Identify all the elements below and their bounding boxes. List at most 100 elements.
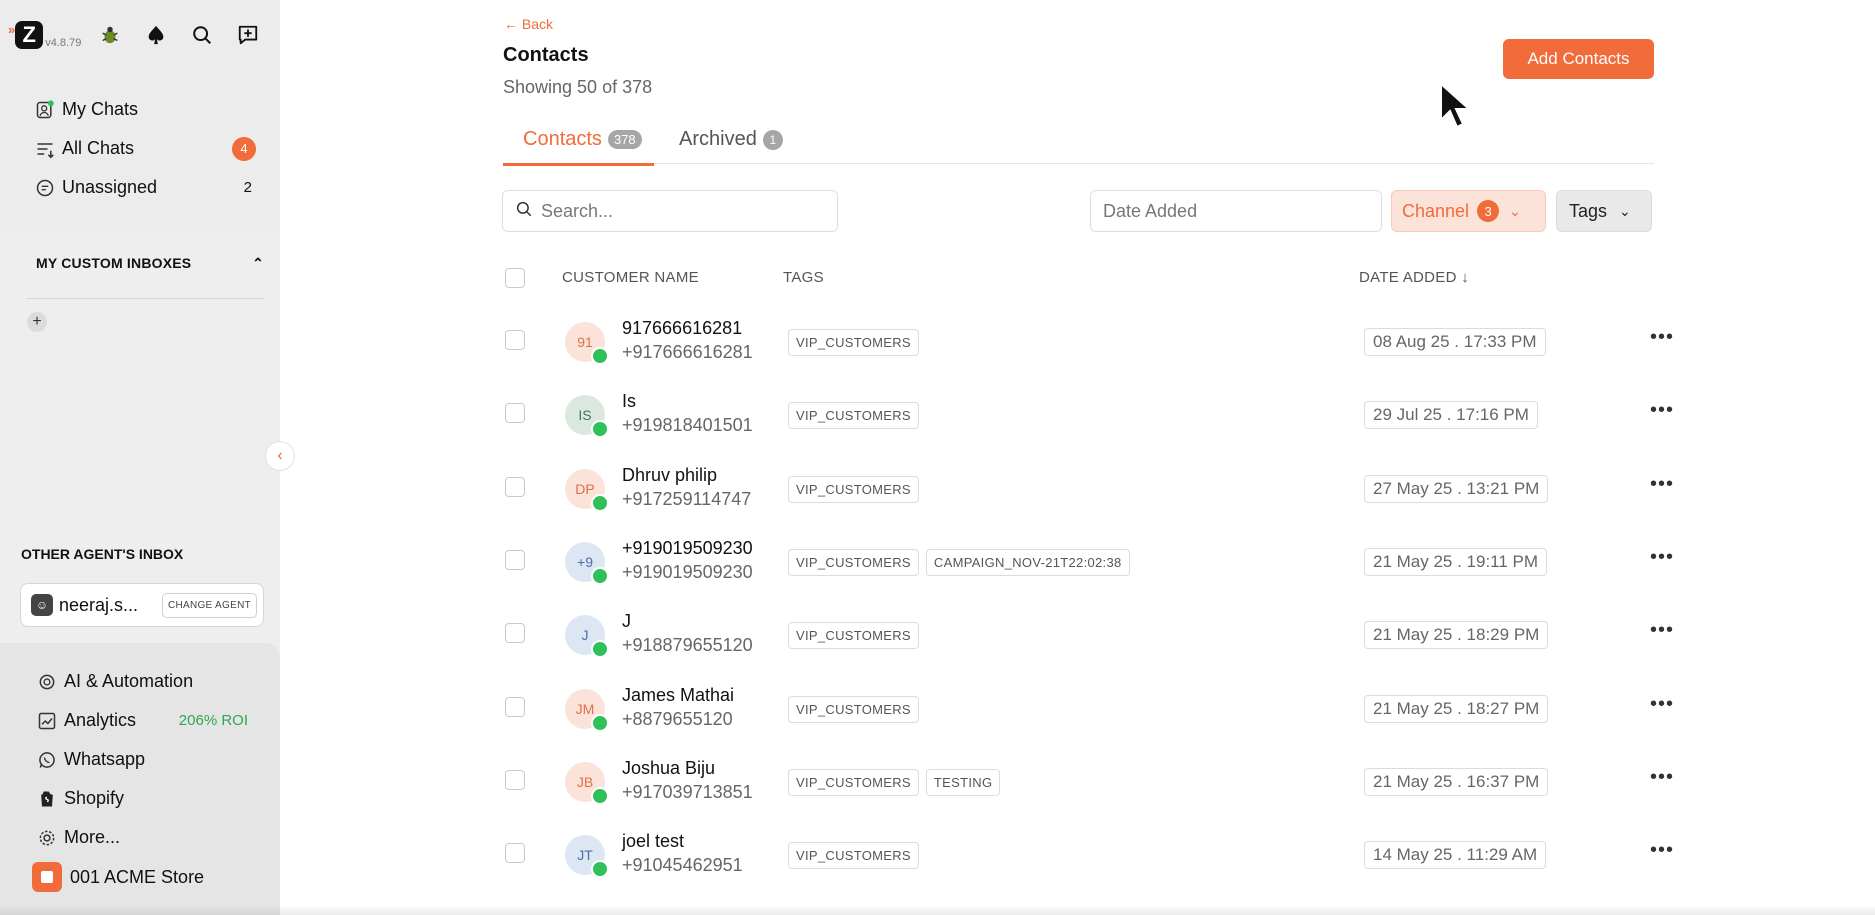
back-link[interactable]: ← Back — [504, 16, 553, 32]
row-checkbox[interactable] — [505, 476, 525, 497]
contact-name[interactable]: Joshua Biju — [622, 758, 715, 779]
avatar: DP — [565, 468, 609, 512]
table-row[interactable]: +9 +919019509230 +919019509230 VIP_CUSTOMER… — [503, 525, 1673, 598]
date-added: 29 Jul 25 . 17:16 PM — [1364, 401, 1538, 430]
tab-contacts[interactable]: Contacts 378 — [503, 128, 654, 166]
other-agents-title: OTHER AGENT'S INBOX — [21, 546, 184, 562]
table-row[interactable]: JM James Mathai +8879655120 VIP_CUSTOMERS 21… — [503, 672, 1673, 745]
brand[interactable]: » Z v4.8.79 — [8, 21, 81, 49]
agent-selector: ☺ neeraj.s... CHANGE AGENT — [20, 583, 264, 627]
change-agent-button[interactable]: CHANGE AGENT — [161, 592, 257, 618]
date-added: 21 May 25 . 19:11 PM — [1364, 547, 1548, 576]
table-row[interactable]: IS Is +919818401501 VIP_CUSTOMERS 29 Jul 25 … — [503, 378, 1673, 451]
chevron-up-icon[interactable]: ⌃ — [252, 255, 264, 272]
sidebar-nav: My Chats All Chats 4 Unassigned 2 — [0, 70, 280, 207]
contact-name[interactable]: Dhruv philip — [622, 465, 717, 486]
contact-name[interactable]: J — [622, 611, 631, 632]
table-row[interactable]: JT joel test +91045462951 VIP_CUSTOMERS 14 M… — [503, 818, 1673, 891]
search-input[interactable] — [541, 200, 811, 222]
agent-name: neeraj.s... — [59, 594, 139, 615]
sidebar-item-analytics[interactable]: Analytics 206% ROI — [36, 701, 248, 740]
more-options-icon[interactable]: ••• — [1650, 693, 1674, 716]
sidebar-item-all-chats[interactable]: All Chats 4 — [34, 129, 256, 168]
tab-count-badge: 1 — [762, 129, 783, 150]
row-checkbox[interactable] — [505, 549, 525, 570]
arrow-left-icon: ← — [504, 16, 522, 32]
row-checkbox[interactable] — [505, 623, 525, 644]
tag-chip: VIP_CUSTOMERS — [788, 329, 919, 356]
date-added-filter — [1090, 190, 1382, 232]
tab-label: Contacts — [523, 128, 602, 150]
date-added-input[interactable] — [1103, 200, 1363, 222]
sidebar-item-unassigned[interactable]: Unassigned 2 — [34, 168, 256, 207]
table-row[interactable]: J J +918879655120 VIP_CUSTOMERS 21 May 25 . … — [503, 598, 1673, 671]
sidebar-item-ai-automation[interactable]: AI & Automation — [36, 662, 248, 701]
add-contacts-button[interactable]: Add Contacts — [1503, 39, 1654, 79]
bug-icon[interactable] — [93, 18, 127, 52]
sidebar-item-whatsapp[interactable]: Whatsapp — [36, 740, 248, 779]
tabs: Contacts 378 Archived 1 — [503, 122, 1654, 166]
search-box — [502, 190, 838, 232]
tags-filter-button[interactable]: Tags ⌄ — [1556, 190, 1652, 232]
tag-list: VIP_CUSTOMERS — [788, 329, 926, 356]
contact-phone: +917666616281 — [622, 342, 753, 362]
row-checkbox[interactable] — [505, 696, 525, 717]
add-inbox-button[interactable]: + — [27, 312, 47, 332]
contact-name[interactable]: 917666616281 — [622, 318, 742, 339]
tab-label: Archived — [679, 128, 757, 150]
sidebar-item-shopify[interactable]: Shopify — [36, 779, 248, 818]
table-row[interactable]: JB Joshua Biju +917039713851 VIP_CUSTOMERS T… — [503, 745, 1673, 818]
more-options-icon[interactable]: ••• — [1650, 326, 1674, 349]
more-options-icon[interactable]: ••• — [1650, 766, 1674, 789]
mouse-cursor-icon — [1438, 81, 1472, 137]
more-options-icon[interactable]: ••• — [1650, 399, 1674, 422]
chevron-down-icon: ⌄ — [1619, 202, 1631, 219]
search-icon[interactable] — [185, 18, 219, 52]
sidebar-item-my-chats[interactable]: My Chats — [34, 90, 256, 129]
sidebar-item-more[interactable]: More... — [36, 818, 248, 857]
expand-arrows-icon[interactable]: » — [8, 22, 15, 37]
more-options-icon[interactable]: ••• — [1650, 619, 1674, 642]
contact-name[interactable]: Is — [622, 391, 636, 412]
store-logo — [32, 862, 62, 892]
date-added: 21 May 25 . 18:29 PM — [1364, 621, 1549, 650]
tag-chip: VIP_CUSTOMERS — [788, 402, 919, 430]
whatsapp-icon — [591, 347, 609, 365]
channel-count-badge: 3 — [1477, 200, 1500, 222]
avatar-initials: IS — [578, 407, 592, 424]
more-options-icon[interactable]: ••• — [1650, 473, 1674, 496]
row-checkbox[interactable] — [505, 843, 525, 864]
contact-name[interactable]: James Mathai — [622, 685, 734, 706]
tag-list: VIP_CUSTOMERS — [788, 622, 926, 650]
table-row[interactable]: 91 917666616281 +917666616281 VIP_CUSTOMERS… — [503, 305, 1673, 378]
store-switcher[interactable]: 001 ACME Store — [32, 857, 280, 897]
contact-phone: +919818401501 — [622, 415, 753, 436]
new-chat-icon[interactable] — [231, 18, 265, 52]
contact-phone: +919019509230 — [622, 561, 753, 582]
table-row[interactable]: DP Dhruv philip +917259114747 VIP_CUSTOMERS… — [503, 452, 1673, 525]
avatar-initials: JT — [577, 847, 593, 864]
channel-filter-button[interactable]: Channel 3 ⌄ — [1391, 190, 1546, 232]
column-header-name[interactable]: CUSTOMER NAME — [562, 269, 699, 286]
contact-phone: +917259114747 — [622, 488, 752, 509]
sidebar-item-label: My Chats — [62, 99, 139, 119]
row-checkbox[interactable] — [505, 769, 525, 790]
roi-value: 206% ROI — [178, 712, 248, 729]
divider — [26, 298, 264, 299]
tab-archived[interactable]: Archived 1 — [679, 128, 783, 151]
contact-name[interactable]: +919019509230 — [622, 538, 753, 559]
select-all-checkbox[interactable] — [505, 268, 525, 288]
column-header-date[interactable]: DATE ADDED ↓ — [1359, 269, 1469, 286]
collapse-sidebar-button[interactable]: ‹ — [265, 441, 295, 471]
table-header: CUSTOMER NAME TAGS DATE ADDED ↓ — [503, 262, 1663, 292]
filter-list-icon — [34, 138, 56, 160]
spade-icon[interactable] — [139, 18, 173, 52]
row-checkbox[interactable] — [505, 403, 525, 424]
more-options-icon[interactable]: ••• — [1650, 839, 1674, 862]
row-checkbox[interactable] — [505, 330, 525, 350]
contact-name[interactable]: joel test — [622, 831, 684, 852]
custom-inboxes-header[interactable]: MY CUSTOM INBOXES ⌃ — [36, 255, 264, 272]
avatar: JB — [565, 761, 609, 805]
more-options-icon[interactable]: ••• — [1650, 546, 1674, 569]
whatsapp-icon — [591, 786, 609, 805]
